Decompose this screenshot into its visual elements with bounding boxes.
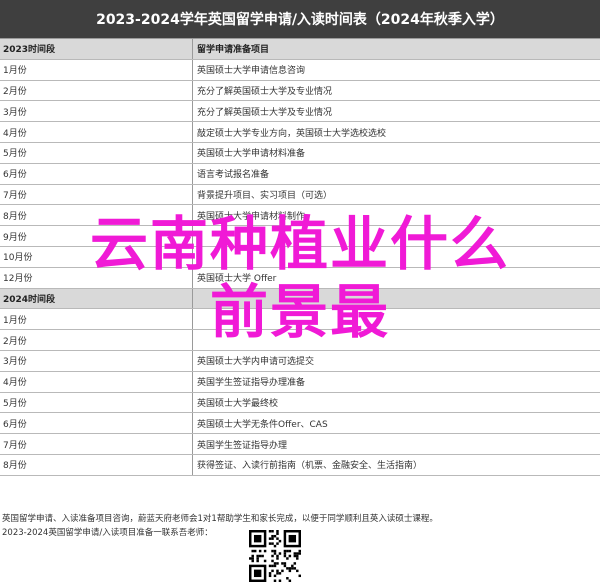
- table-row: 10月份: [0, 246, 600, 268]
- table-row: 8月份 英国硕士大学申请材料制作: [0, 205, 600, 227]
- item-cell: 充分了解英国硕士大学及专业情况: [197, 107, 333, 118]
- footer-line-1: 英国留学申请、入读准备项目咨询，蔚蓝天府老师会1对1帮助学生和家长完成，以便于同…: [2, 514, 438, 524]
- table-row: 2月份 充分了解英国硕士大学及专业情况: [0, 80, 600, 102]
- table-row: 2月份: [0, 330, 600, 351]
- table-row: 8月份 获得签证、入读行前指南（机票、金融安全、生活指南）: [0, 454, 600, 476]
- time-cell: 8月份: [0, 454, 193, 475]
- footer-line-2: 2023-2024英国留学申请/入读项目准备一联系吾老师：: [2, 528, 213, 538]
- time-cell: 6月份: [0, 413, 193, 434]
- table-row: 6月份 语言考试报名准备: [0, 163, 600, 185]
- table-header-row: 2023时间段 留学申请准备项目: [0, 39, 600, 60]
- item-cell: 英国硕士大学无条件Offer、CAS: [197, 419, 328, 430]
- time-cell: 2月份: [0, 330, 193, 350]
- item-cell: 英国硕士大学 Offer: [197, 274, 277, 285]
- item-cell: 背景提升项目、实习项目（可选）: [197, 190, 333, 201]
- table-row: 9月份: [0, 226, 600, 247]
- time-cell: 2月份: [0, 80, 193, 101]
- time-cell: 2024时间段: [0, 288, 193, 309]
- time-cell: 4月份: [0, 371, 193, 392]
- item-cell: 获得签证、入读行前指南（机票、金融安全、生活指南）: [197, 461, 423, 472]
- table-row: 1月份: [0, 309, 600, 331]
- time-cell: 12月份: [0, 267, 193, 288]
- time-cell: 5月份: [0, 142, 193, 163]
- table-row: 1月份 英国硕士大学申请信息咨询: [0, 59, 600, 81]
- qr-code-icon: [249, 530, 301, 582]
- table-row: 7月份 英国学生签证指导办理: [0, 434, 600, 455]
- time-cell: 7月份: [0, 434, 193, 454]
- table-title: 2023-2024学年英国留学申请/入读时间表（2024年秋季入学）: [96, 12, 504, 28]
- item-cell: [193, 309, 600, 329]
- table-row: 4月份 敲定硕士大学专业方向，英国硕士大学选校选校: [0, 122, 600, 143]
- time-cell: 10月份: [0, 246, 193, 267]
- time-cell: 5月份: [0, 392, 193, 413]
- table-row: 7月份 背景提升项目、实习项目（可选）: [0, 184, 600, 206]
- table-header-row: 2024时间段: [0, 288, 600, 310]
- schedule-table: 2023时间段 留学申请准备项目 1月份 英国硕士大学申请信息咨询 2月份 充分了解英国硕…: [0, 38, 600, 476]
- table-row: 3月份 充分了解英国硕士大学及专业情况: [0, 101, 600, 123]
- item-cell: 英国硕士大学申请材料准备: [197, 149, 306, 160]
- time-cell: 8月份: [0, 205, 193, 226]
- item-cell: 英国硕士大学申请材料制作: [197, 211, 306, 222]
- footer-notes: 英国留学申请、入读准备项目咨询，蔚蓝天府老师会1对1帮助学生和家长完成，以便于同…: [2, 512, 438, 540]
- table-row: 6月份 英国硕士大学无条件Offer、CAS: [0, 413, 600, 435]
- time-cell: 1月份: [0, 309, 193, 330]
- time-cell: 3月份: [0, 350, 193, 371]
- item-cell: 语言考试报名准备: [197, 170, 270, 181]
- time-cell: 6月份: [0, 163, 193, 184]
- item-cell: 英国硕士大学内申请可选提交: [197, 357, 315, 368]
- time-cell: 3月份: [0, 101, 193, 122]
- time-cell: 9月份: [0, 226, 193, 246]
- table-title-bar: 2023-2024学年英国留学申请/入读时间表（2024年秋季入学）: [0, 0, 600, 38]
- time-cell: 2023时间段: [0, 39, 193, 59]
- table-row: 4月份 英国学生签证指导办理准备: [0, 371, 600, 393]
- item-cell: 充分了解英国硕士大学及专业情况: [197, 86, 333, 97]
- item-cell: 留学申请准备项目: [197, 45, 270, 56]
- time-cell: 1月份: [0, 59, 193, 80]
- item-cell: 英国硕士大学最终校: [197, 398, 279, 409]
- item-cell: 敲定硕士大学专业方向，英国硕士大学选校选校: [197, 128, 387, 139]
- item-cell: [193, 289, 600, 309]
- item-cell: [193, 226, 600, 246]
- time-cell: 4月份: [0, 122, 193, 142]
- table-row: 5月份 英国硕士大学申请材料准备: [0, 142, 600, 164]
- table-row: 5月份 英国硕士大学最终校: [0, 392, 600, 414]
- item-cell: 英国学生签证指导办理: [197, 440, 288, 451]
- item-cell: 英国硕士大学申请信息咨询: [197, 66, 306, 77]
- item-cell: 英国学生签证指导办理准备: [197, 378, 306, 389]
- time-cell: 7月份: [0, 184, 193, 205]
- item-cell: [193, 330, 600, 350]
- table-row: 12月份 英国硕士大学 Offer: [0, 267, 600, 289]
- table-row: 3月份 英国硕士大学内申请可选提交: [0, 350, 600, 372]
- item-cell: [193, 247, 600, 267]
